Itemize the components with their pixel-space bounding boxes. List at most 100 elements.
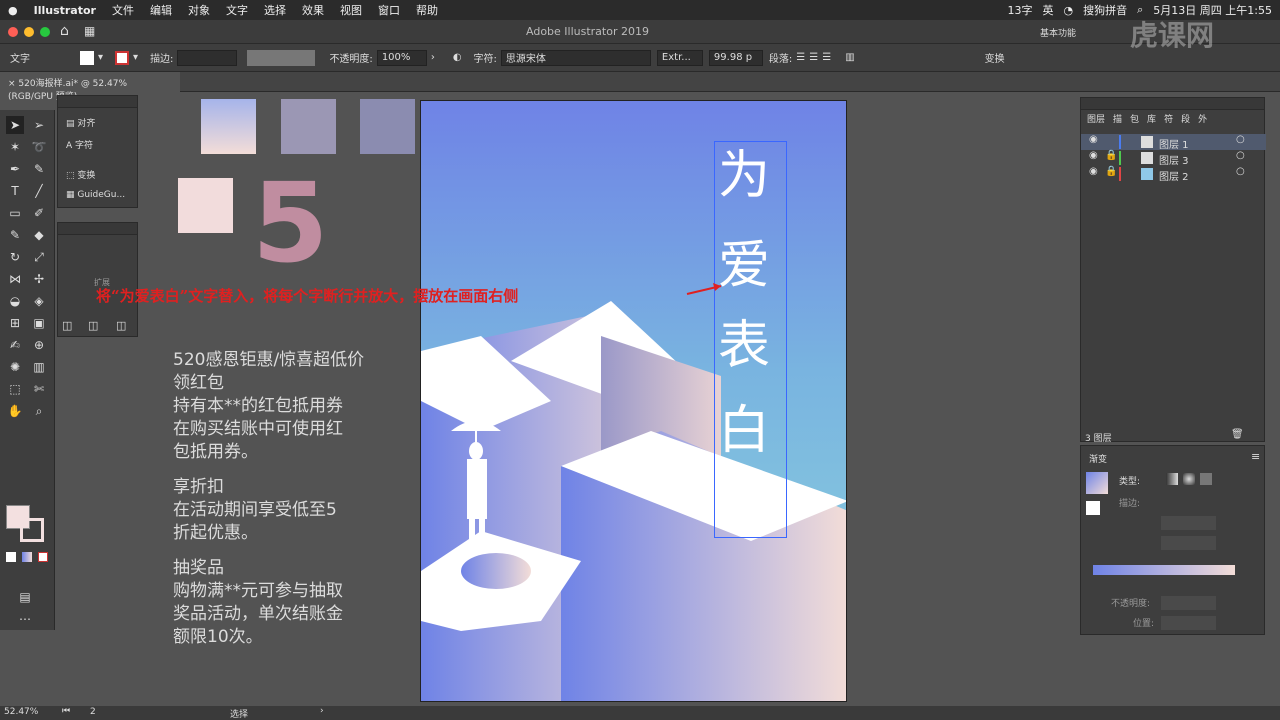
workspace-select[interactable]: 基本功能 bbox=[1040, 26, 1076, 39]
menu-select[interactable]: 选择 bbox=[264, 2, 286, 18]
selection-tool-icon[interactable]: ➤ bbox=[6, 116, 24, 134]
menu-window[interactable]: 窗口 bbox=[378, 2, 400, 18]
menu-effect[interactable]: 效果 bbox=[302, 2, 324, 18]
font-family-select[interactable]: 思源宋体 bbox=[500, 49, 651, 66]
lock-icon[interactable]: 🔒 bbox=[1105, 166, 1117, 177]
pathfinder-header[interactable] bbox=[58, 223, 137, 235]
home-icon[interactable]: ⌂ bbox=[60, 23, 69, 39]
color-mode-icon[interactable] bbox=[6, 552, 16, 562]
menu-edit[interactable]: 编辑 bbox=[150, 2, 172, 18]
tab-pathfinder[interactable]: 包 bbox=[1130, 112, 1139, 125]
gradient-tool-icon[interactable]: ▣ bbox=[30, 314, 48, 332]
align-center-icon[interactable]: ☰ bbox=[809, 52, 818, 63]
menu-type[interactable]: 文字 bbox=[226, 2, 248, 18]
lang-indicator[interactable]: 英 bbox=[1043, 2, 1054, 18]
artboard-tool-icon[interactable]: ⬚ bbox=[6, 380, 24, 398]
rectangle-tool-icon[interactable]: ▭ bbox=[6, 204, 24, 222]
swatch-pink[interactable] bbox=[178, 178, 233, 233]
recolor-icon[interactable]: ◐ bbox=[453, 52, 462, 63]
lock-icon[interactable]: 🔒 bbox=[1105, 150, 1117, 161]
visibility-eye-icon[interactable]: ◉ bbox=[1089, 166, 1098, 177]
lasso-icon[interactable]: ➰ bbox=[30, 138, 48, 156]
line-tool-icon[interactable]: ╱ bbox=[30, 182, 48, 200]
eraser-icon[interactable]: ◆ bbox=[30, 226, 48, 244]
minimize-window-button[interactable] bbox=[24, 27, 34, 37]
stroke-swatch[interactable] bbox=[115, 50, 130, 65]
first-page-icon[interactable]: ⏮ bbox=[62, 706, 70, 716]
tab-layers[interactable]: 图层 bbox=[1087, 112, 1105, 125]
guideguide-panel-item[interactable]: ▦ GuideGu... bbox=[66, 190, 125, 200]
opacity-arrow-icon[interactable]: › bbox=[431, 52, 435, 63]
tab-stroke[interactable]: 描 bbox=[1113, 112, 1122, 125]
font-style-select[interactable]: Extr... bbox=[656, 49, 703, 66]
column-graph-icon[interactable]: ▥ bbox=[30, 358, 48, 376]
more-tools-icon[interactable]: ⋯ bbox=[16, 610, 34, 628]
slice-tool-icon[interactable]: ✄ bbox=[30, 380, 48, 398]
close-window-button[interactable] bbox=[8, 27, 18, 37]
visibility-eye-icon[interactable]: ◉ bbox=[1089, 134, 1098, 145]
page-number[interactable]: 2 bbox=[90, 707, 96, 717]
panel-menu-icon[interactable]: ≡ bbox=[1251, 450, 1260, 463]
gradient-thumbnail[interactable] bbox=[1086, 472, 1108, 494]
magic-wand-icon[interactable]: ✶ bbox=[6, 138, 24, 156]
align-right-icon[interactable]: ☰ bbox=[822, 52, 831, 63]
big-number-5[interactable]: 5 bbox=[252, 168, 329, 278]
stroke-color-box[interactable] bbox=[20, 518, 44, 542]
gradient-fill-box[interactable] bbox=[1086, 501, 1100, 515]
swatch-slate[interactable] bbox=[360, 99, 415, 154]
tab-symbols[interactable]: 符 bbox=[1164, 112, 1173, 125]
layer-row[interactable]: ◉ 图层 1 ○ bbox=[1081, 134, 1266, 151]
target-icon[interactable]: ○ bbox=[1236, 134, 1245, 145]
menu-file[interactable]: 文件 bbox=[112, 2, 134, 18]
shaper-tool-icon[interactable]: ✎ bbox=[6, 226, 24, 244]
type-tool-icon[interactable]: T bbox=[6, 182, 24, 200]
blend-tool-icon[interactable]: ⊕ bbox=[30, 336, 48, 354]
perspective-grid-icon[interactable]: ⊞ bbox=[6, 314, 24, 332]
maximize-window-button[interactable] bbox=[40, 27, 50, 37]
menu-help[interactable]: 帮助 bbox=[416, 2, 438, 18]
align-left-icon[interactable]: ☰ bbox=[796, 52, 805, 63]
app-menu[interactable]: Illustrator bbox=[34, 4, 96, 17]
apple-icon[interactable]: ● bbox=[8, 4, 18, 17]
puppet-warp-icon[interactable]: ✢ bbox=[30, 270, 48, 288]
pathfinder-icon-1[interactable]: ◫ bbox=[62, 319, 72, 332]
font-size-input[interactable]: 99.98 p bbox=[708, 49, 763, 66]
tab-appearance[interactable]: 外 bbox=[1198, 112, 1207, 125]
gradient-opacity-input[interactable] bbox=[1161, 596, 1216, 610]
transform-panel-item[interactable]: ⬚ 变换 bbox=[66, 168, 95, 181]
swatch-gradient[interactable] bbox=[201, 99, 256, 154]
eyedropper-icon[interactable]: ✍ bbox=[6, 336, 24, 354]
document-tab[interactable]: × 520海报样.ai* @ 52.47% (RGB/GPU 预览) bbox=[0, 72, 180, 102]
stroke-dropdown-icon[interactable]: ▾ bbox=[133, 52, 138, 63]
fill-swatch[interactable] bbox=[80, 50, 94, 65]
pen-tool-icon[interactable]: ✒ bbox=[6, 160, 24, 178]
promo-text-block[interactable]: 520感恩钜惠/惊喜超低价 领红包 持有本**的红包抵用券 在购买结账中可使用红… bbox=[173, 349, 413, 649]
scale-tool-icon[interactable]: ⤢ bbox=[30, 248, 48, 266]
curvature-tool-icon[interactable]: ✎ bbox=[30, 160, 48, 178]
live-paint-icon[interactable]: ◈ bbox=[30, 292, 48, 310]
input-count[interactable]: 13字 bbox=[1008, 2, 1033, 18]
tab-libraries[interactable]: 库 bbox=[1147, 112, 1156, 125]
transform-link[interactable]: 变换 bbox=[985, 50, 1005, 65]
visibility-eye-icon[interactable]: ◉ bbox=[1089, 150, 1098, 161]
symbol-sprayer-icon[interactable]: ✺ bbox=[6, 358, 24, 376]
radial-gradient-button[interactable] bbox=[1183, 473, 1195, 485]
target-icon[interactable]: ○ bbox=[1236, 150, 1245, 161]
fill-dropdown-icon[interactable]: ▾ bbox=[98, 52, 103, 63]
zoom-tool-icon[interactable]: ⌕ bbox=[30, 402, 48, 420]
gradient-position-input[interactable] bbox=[1161, 616, 1216, 630]
menu-view[interactable]: 视图 bbox=[340, 2, 362, 18]
pathfinder-icon-2[interactable]: ◫ bbox=[88, 319, 98, 332]
close-tab-icon[interactable]: × bbox=[8, 79, 18, 89]
status-arrow-icon[interactable]: › bbox=[320, 706, 324, 716]
swatch-purple-grey[interactable] bbox=[281, 99, 336, 154]
workspace-switcher-icon[interactable]: ▦ bbox=[84, 24, 95, 38]
pathfinder-icon-3[interactable]: ◫ bbox=[116, 319, 126, 332]
zoom-level[interactable]: 52.47% bbox=[4, 707, 38, 717]
delete-layer-icon[interactable]: 🗑 bbox=[1231, 429, 1244, 440]
gradient-mode-icon[interactable] bbox=[22, 552, 32, 562]
opacity-input[interactable]: 100% bbox=[376, 49, 427, 66]
gradient-aspect-input[interactable] bbox=[1161, 536, 1216, 550]
character-panel-item[interactable]: A 字符 bbox=[66, 138, 93, 151]
text-selection-box[interactable] bbox=[714, 141, 787, 538]
